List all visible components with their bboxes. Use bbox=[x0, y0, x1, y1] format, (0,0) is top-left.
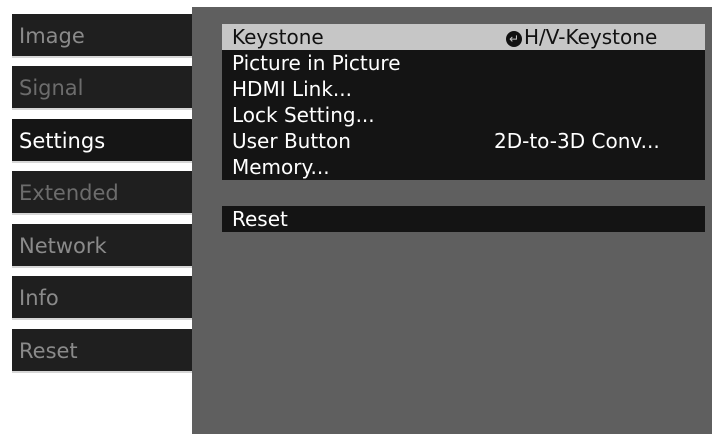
tab-image-label: Image bbox=[19, 24, 85, 48]
menu-item-label: Lock Setting... bbox=[232, 103, 375, 127]
menu-item-lock-setting[interactable]: Lock Setting... bbox=[222, 102, 705, 128]
tab-image[interactable]: Image bbox=[12, 14, 194, 58]
tab-info[interactable]: Info bbox=[12, 276, 194, 320]
menu-item-label: Picture in Picture bbox=[232, 51, 401, 75]
tab-info-label: Info bbox=[19, 286, 59, 310]
user-button-value: 2D-to-3D Conv... bbox=[494, 129, 660, 153]
tab-settings-label: Settings bbox=[19, 129, 106, 153]
enter-icon: ↵ bbox=[506, 31, 522, 47]
menu-item-hdmi-link[interactable]: HDMI Link... bbox=[222, 76, 705, 102]
menu-item-reset[interactable]: Reset bbox=[222, 206, 705, 232]
menu-item-label: User Button bbox=[232, 129, 351, 153]
settings-panel: Keystone ↵ H/V-Keystone Picture in Pictur… bbox=[192, 7, 712, 434]
tab-reset-label: Reset bbox=[19, 339, 78, 363]
menu-spacer bbox=[222, 180, 705, 206]
menu-item-memory[interactable]: Memory... bbox=[222, 154, 705, 180]
menu-item-value: ↵ H/V-Keystone bbox=[506, 24, 657, 50]
projector-osd: Image Signal Settings Extended Network I… bbox=[0, 0, 712, 434]
settings-menu: Keystone ↵ H/V-Keystone Picture in Pictur… bbox=[222, 24, 705, 232]
menu-item-label: Reset bbox=[232, 207, 288, 231]
menu-item-label: Keystone bbox=[232, 25, 324, 49]
tab-network-label: Network bbox=[19, 234, 107, 258]
menu-item-label: HDMI Link... bbox=[232, 77, 352, 101]
tab-settings[interactable]: Settings bbox=[12, 119, 208, 163]
tab-extended-label: Extended bbox=[19, 181, 119, 205]
tab-network[interactable]: Network bbox=[12, 224, 194, 268]
menu-item-user-button[interactable]: User Button 2D-to-3D Conv... bbox=[222, 128, 705, 154]
menu-item-label: Memory... bbox=[232, 155, 330, 179]
tab-signal[interactable]: Signal bbox=[12, 66, 194, 110]
menu-item-keystone[interactable]: Keystone ↵ H/V-Keystone bbox=[222, 24, 705, 50]
tab-extended[interactable]: Extended bbox=[12, 171, 194, 215]
menu-item-picture-in-picture[interactable]: Picture in Picture bbox=[222, 50, 705, 76]
keystone-value: H/V-Keystone bbox=[524, 25, 658, 49]
tab-signal-label: Signal bbox=[19, 76, 84, 100]
tab-reset[interactable]: Reset bbox=[12, 329, 194, 373]
